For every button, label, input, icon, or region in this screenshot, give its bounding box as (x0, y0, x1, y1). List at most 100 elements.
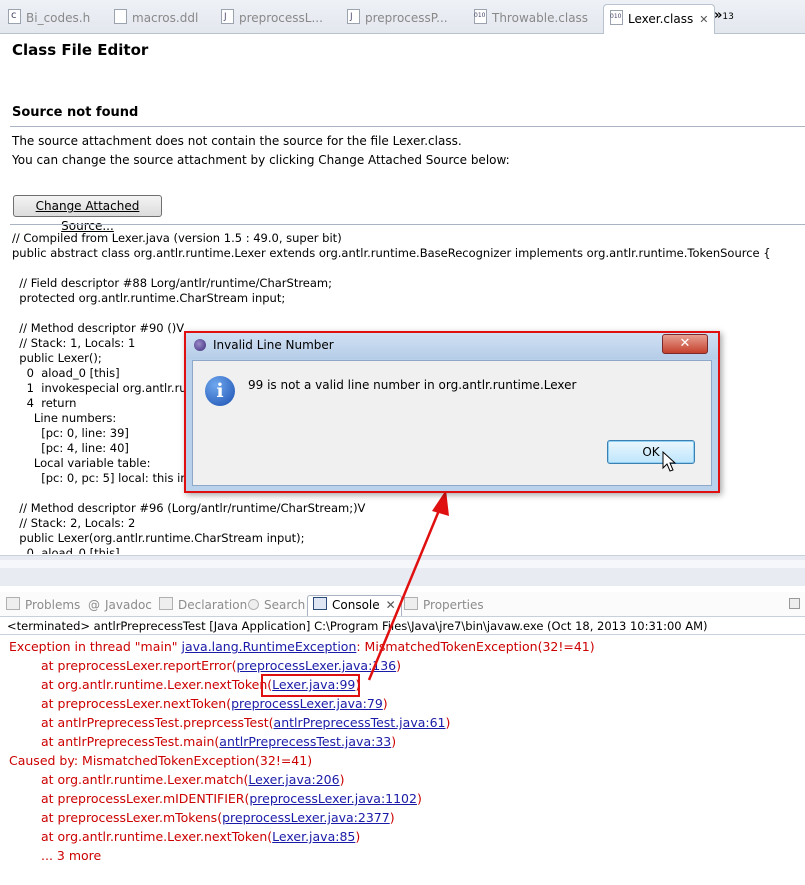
java-file-icon (221, 3, 234, 31)
view-tab-bar: Problems @ Javadoc Declaration Search Con… (0, 592, 805, 617)
tab-overflow-button[interactable]: »13 (714, 8, 734, 23)
source-message-1: The source attachment does not contain t… (12, 134, 462, 148)
source-message-2: You can change the source attachment by … (12, 153, 510, 167)
console-line: ... 3 more (9, 846, 799, 865)
source-not-found-heading: Source not found (12, 105, 139, 120)
minimize-view-button[interactable] (789, 598, 800, 609)
stack-trace-link[interactable]: antlrPreprecessTest.java:33 (219, 734, 391, 749)
close-tab-icon[interactable]: ✕ (386, 598, 396, 612)
mouse-cursor-icon (662, 450, 677, 472)
console-text: ) (416, 791, 422, 806)
tab-throwable[interactable]: Throwable.class (474, 2, 588, 32)
stack-trace-link[interactable]: preprocessLexer.java:79 (231, 696, 383, 711)
class-file-icon (474, 2, 487, 30)
code-line: // Method descriptor #96 (Lorg/antlr/run… (12, 501, 366, 515)
console-line: at org.antlr.runtime.Lexer.match(Lexer.j… (9, 770, 799, 789)
scrollbar-thumb[interactable] (0, 560, 805, 568)
horizontal-scrollbar[interactable] (0, 555, 805, 586)
c-file-icon (8, 2, 21, 30)
console-line: at preprocessLexer.reportError(preproces… (9, 656, 799, 675)
tab-properties[interactable]: Properties (404, 596, 484, 614)
class-file-icon (610, 3, 623, 31)
tab-macros[interactable]: macros.ddl (114, 4, 198, 32)
problems-icon (6, 597, 20, 610)
tab-label: preprocessL... (239, 11, 323, 25)
console-line: at antlrPreprecessTest.preprcessTest(ant… (9, 713, 799, 732)
tab-label: macros.ddl (132, 11, 199, 25)
dialog-body: i 99 is not a valid line number in org.a… (192, 360, 712, 486)
console-line: at preprocessLexer.mTokens(preprocessLex… (9, 808, 799, 827)
console-text: at antlrPreprecessTest.main( (41, 734, 220, 749)
tab-preprocess-parser[interactable]: preprocessP... (347, 3, 448, 32)
console-text: ) (396, 658, 402, 673)
console-text: : MismatchedTokenException(32!=41) (356, 639, 595, 654)
code-line: // Compiled from Lexer.java (version 1.5… (12, 231, 342, 245)
tab-bi-codes[interactable]: Bi_codes.h (8, 2, 91, 32)
invalid-line-number-dialog: Invalid Line Number ✕ i 99 is not a vali… (184, 331, 720, 493)
tab-search[interactable]: Search (248, 596, 305, 614)
tab-declaration[interactable]: Declaration (159, 596, 247, 614)
code-line: 0 aload_0 [this] (12, 546, 120, 554)
console-text: at preprocessLexer.reportError( (41, 658, 237, 673)
overflow-count: 13 (722, 12, 734, 22)
declaration-icon (159, 597, 173, 610)
stack-trace-link[interactable]: preprocessLexer.java:2377 (222, 810, 390, 825)
close-tab-icon[interactable]: ✕ (699, 13, 708, 26)
console-line: at antlrPreprecessTest.main(antlrPreprec… (9, 732, 799, 751)
console-line: at preprocessLexer.nextToken(preprocessL… (9, 694, 799, 713)
console-text: ... 3 more (41, 848, 102, 863)
dialog-close-button[interactable]: ✕ (662, 334, 708, 354)
view-tab-label: Problems (25, 598, 81, 612)
tab-javadoc[interactable]: @ Javadoc (88, 596, 152, 614)
divider (10, 224, 805, 225)
change-attached-source-button[interactable]: Change Attached Source... (13, 195, 162, 233)
console-text: at preprocessLexer.mTokens( (41, 810, 223, 825)
stack-trace-link[interactable]: preprocessLexer.java:1102 (249, 791, 417, 806)
tab-console[interactable]: Console ✕ (307, 595, 402, 616)
view-tab-label: Javadoc (105, 598, 152, 612)
divider (0, 634, 805, 635)
console-text: ) (355, 829, 361, 844)
editor-tab-bar: Bi_codes.h macros.ddl preprocessL... pre… (0, 0, 805, 34)
code-line: // Stack: 2, Locals: 2 (12, 516, 136, 530)
tab-label: Lexer.class (628, 12, 694, 26)
console-text: at antlrPreprecessTest.preprcessTest( (41, 715, 274, 730)
info-icon: i (205, 376, 235, 406)
code-line: // Field descriptor #88 Lorg/antlr/runti… (12, 276, 333, 290)
console-text: ) (445, 715, 451, 730)
annotation-highlight-box (261, 674, 360, 697)
tab-lexer-class[interactable]: Lexer.class ✕ (603, 3, 716, 34)
stack-trace-link[interactable]: preprocessLexer.java:136 (236, 658, 396, 673)
console-output[interactable]: Exception in thread "main" java.lang.Run… (9, 637, 799, 865)
tab-label: Bi_codes.h (26, 11, 91, 25)
tab-label: preprocessP... (365, 11, 448, 25)
code-line: public Lexer(org.antlr.runtime.CharStrea… (12, 531, 305, 545)
ok-button[interactable]: OK (607, 440, 695, 464)
console-line: at org.antlr.runtime.Lexer.nextToken(Lex… (9, 827, 799, 846)
console-line: Caused by: MismatchedTokenException(32!=… (9, 751, 799, 770)
dialog-message: 99 is not a valid line number in org.ant… (248, 378, 577, 392)
view-tab-label: Declaration (178, 598, 248, 612)
console-line: at org.antlr.runtime.Lexer.nextToken(Lex… (9, 675, 799, 694)
stack-trace-link[interactable]: java.lang.RuntimeException (182, 639, 357, 654)
search-icon (248, 599, 259, 610)
page-title: Class File Editor (12, 41, 149, 59)
console-text: ) (389, 810, 395, 825)
view-tab-label: Search (264, 598, 306, 612)
stack-trace-link[interactable]: Lexer.java:85 (272, 829, 355, 844)
console-text: at org.antlr.runtime.Lexer.nextToken( (41, 677, 273, 692)
tab-problems[interactable]: Problems (6, 596, 80, 614)
file-icon (114, 9, 127, 24)
code-line: public abstract class org.antlr.runtime.… (12, 246, 771, 260)
java-file-icon (347, 3, 360, 31)
eclipse-icon (194, 339, 206, 351)
stack-trace-link[interactable]: antlrPreprecessTest.java:61 (274, 715, 446, 730)
properties-icon (404, 597, 418, 610)
console-line: at preprocessLexer.mIDENTIFIER(preproces… (9, 789, 799, 808)
dialog-title-bar[interactable]: Invalid Line Number ✕ (186, 333, 718, 359)
console-text: ) (339, 772, 345, 787)
console-text: ) (391, 734, 397, 749)
tab-preprocess-lexer[interactable]: preprocessL... (221, 3, 323, 32)
stack-trace-link[interactable]: Lexer.java:206 (248, 772, 339, 787)
console-icon (313, 597, 327, 610)
